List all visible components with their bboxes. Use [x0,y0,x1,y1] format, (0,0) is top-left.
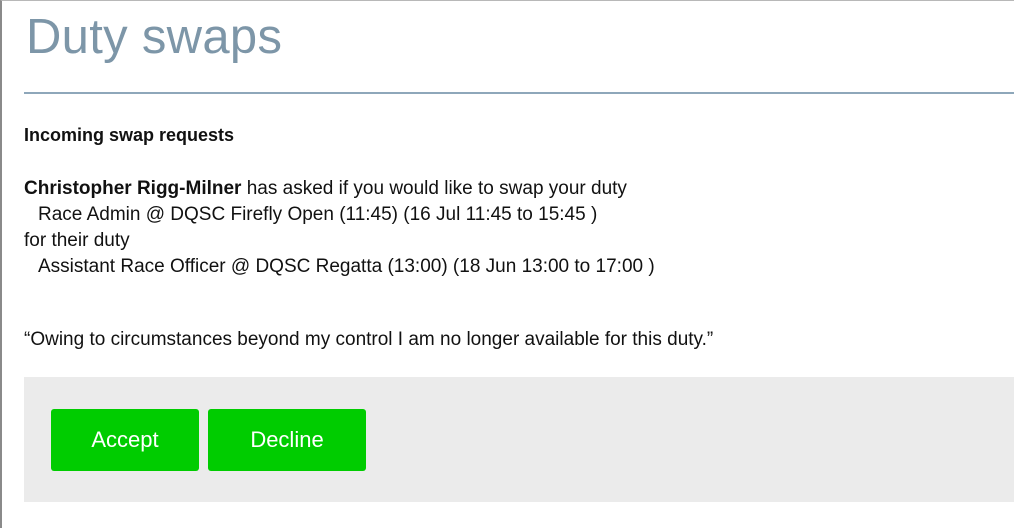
page-title: Duty swaps [26,10,283,64]
action-panel: Accept Decline [24,377,1014,502]
request-summary-line: Christopher Rigg-Milner has asked if you… [24,176,1014,202]
accept-button[interactable]: Accept [51,409,199,471]
request-reason: “Owing to circumstances beyond my contro… [24,329,714,350]
requester-name: Christopher Rigg-Milner [24,178,242,199]
title-divider [24,92,1014,94]
your-duty: Race Admin @ DQSC Firefly Open (11:45) (… [38,204,598,225]
for-their-duty-label: for their duty [24,230,130,251]
section-heading-incoming: Incoming swap requests [24,125,235,145]
swap-request: Christopher Rigg-Milner has asked if you… [24,176,1014,280]
decline-button[interactable]: Decline [208,409,366,471]
their-duty: Assistant Race Officer @ DQSC Regatta (1… [38,256,655,277]
request-ask-text: has asked if you would like to swap your… [241,178,627,199]
